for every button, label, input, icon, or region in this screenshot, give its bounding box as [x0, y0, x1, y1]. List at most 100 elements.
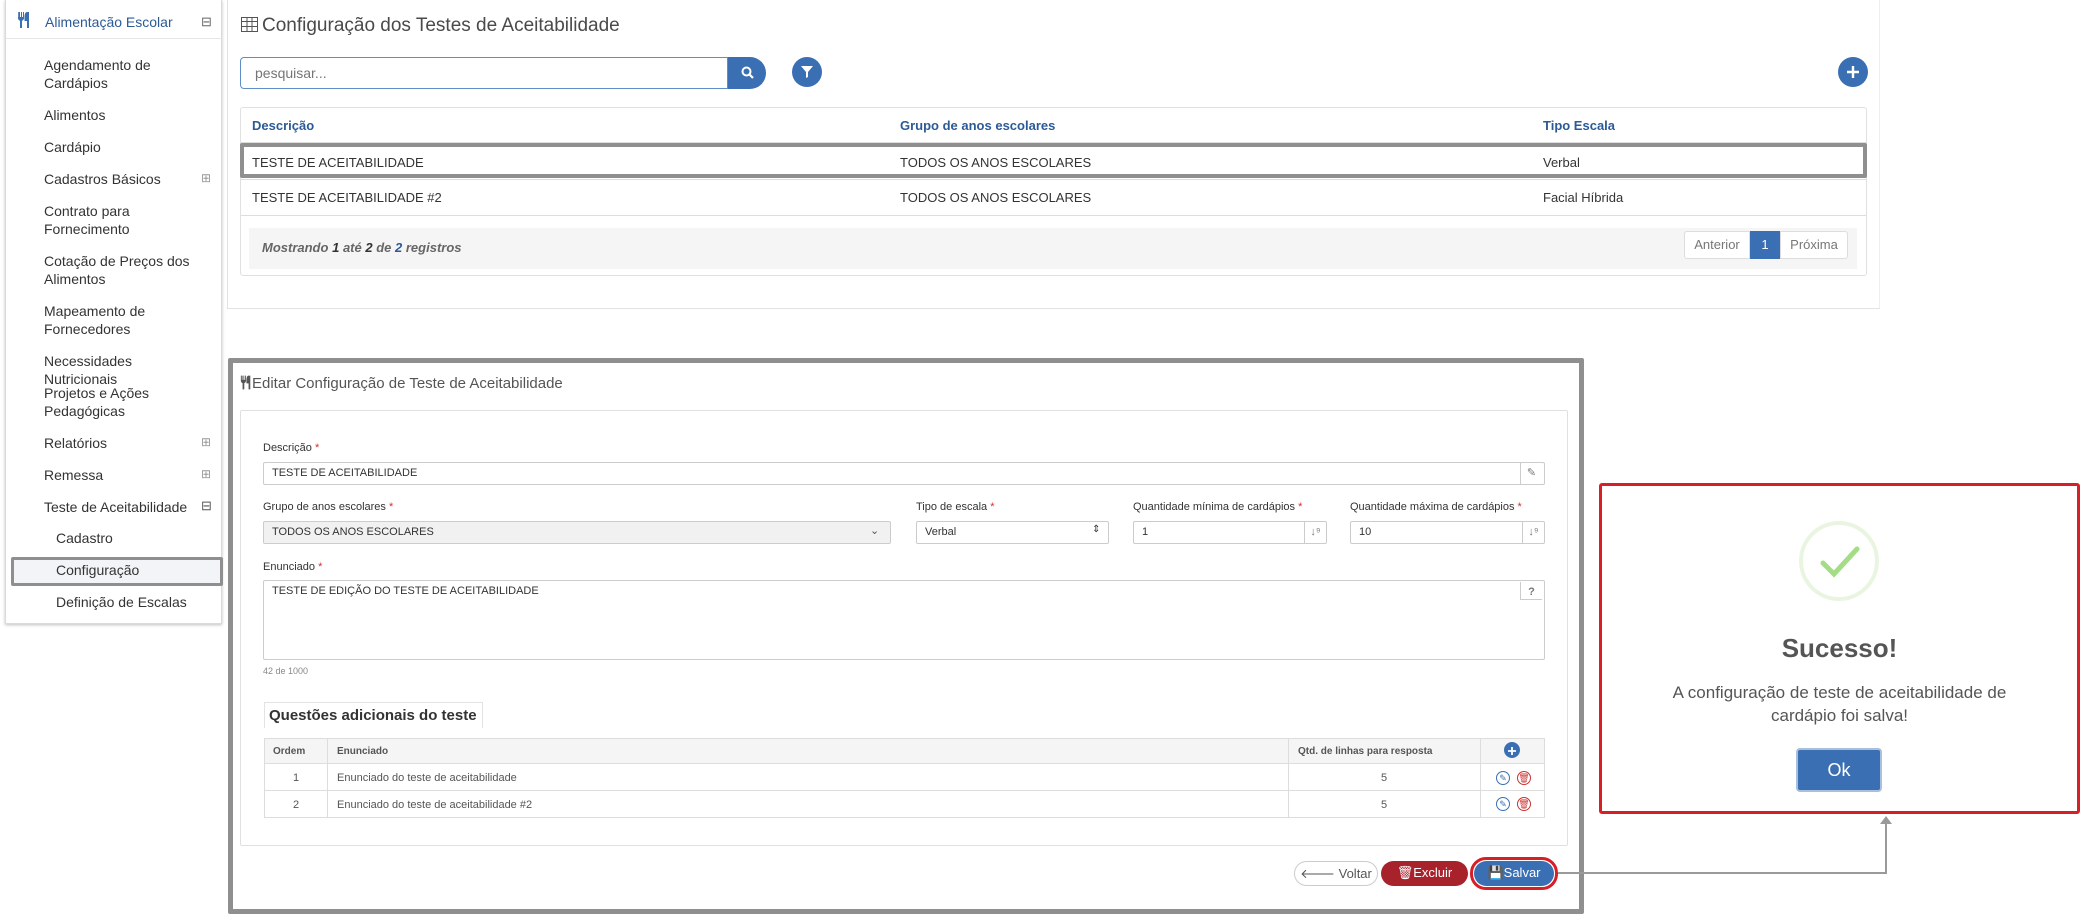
arrow-left-icon: 🡐: [1300, 866, 1335, 881]
edit-icon: ✎: [1499, 799, 1507, 809]
records-info: Mostrando 1 até 2 de 2 registros: [262, 240, 462, 255]
qmin-input[interactable]: 1: [1133, 521, 1327, 544]
questions-caption: Questões adicionais do teste: [269, 707, 477, 724]
sidebar: Alimentação Escolar ⊟ Agendamento de Card…: [5, 0, 223, 624]
cell-descricao: TESTE DE ACEITABILIDADE #2: [252, 190, 442, 205]
trash-icon: 🗑: [1518, 773, 1530, 783]
cell-enunciado: Enunciado do teste de aceitabilidade: [337, 772, 517, 784]
connector-line: [1885, 819, 1887, 874]
add-question-button[interactable]: [1504, 742, 1520, 758]
sidebar-item-cardapio[interactable]: Cardápio: [44, 138, 204, 156]
help-icon[interactable]: ?: [1520, 582, 1542, 600]
plus-icon: [1508, 742, 1516, 759]
edit-row-button[interactable]: ✎: [1496, 797, 1510, 811]
sidebar-item-cotacao[interactable]: Cotação de Preços dos Alimentos: [44, 252, 204, 288]
sort-numeric-icon: ↓⁹: [1304, 522, 1326, 543]
filter-icon: [801, 65, 813, 82]
cell-linhas: 5: [1380, 772, 1388, 784]
edit-panel-title: Editar Configuração de Teste de Aceitabi…: [240, 375, 563, 394]
modal-message: A configuração de teste de aceitabilidad…: [1672, 683, 2007, 725]
qmin-label: Quantidade mínima de cardápios *: [1133, 501, 1303, 513]
pagination-page-current[interactable]: 1: [1750, 231, 1780, 259]
sidebar-item-teste-aceitabilidade[interactable]: Teste de Aceitabilidade: [44, 498, 204, 516]
column-header-descricao[interactable]: Descrição: [252, 118, 314, 133]
select-arrows-icon: ⇕: [1092, 524, 1101, 535]
cell-linhas: 5: [1380, 799, 1388, 811]
utensils-icon: [240, 375, 252, 394]
trash-icon: 🗑: [1518, 799, 1530, 809]
column-header-linhas: Qtd. de linhas para resposta: [1298, 746, 1433, 757]
search-input[interactable]: [240, 57, 728, 89]
column-header-enunciado: Enunciado: [337, 746, 389, 757]
delete-row-button[interactable]: 🗑: [1517, 771, 1531, 785]
filter-button[interactable]: [792, 57, 822, 87]
pagination-prev[interactable]: Anterior: [1684, 231, 1750, 259]
table-icon: [241, 16, 258, 38]
utensils-icon: [17, 12, 31, 33]
tipo-select[interactable]: Verbal: [916, 521, 1109, 544]
sidebar-item-alimentos[interactable]: Alimentos: [44, 106, 204, 124]
collapse-icon[interactable]: ⊟: [201, 498, 212, 514]
edit-icon: ✎: [1499, 773, 1507, 783]
cell-enunciado: Enunciado do teste de aceitabilidade #2: [337, 799, 533, 811]
divider: [241, 215, 1866, 216]
grupo-select[interactable]: TODOS OS ANOS ESCOLARES: [263, 521, 891, 544]
edit-row-button[interactable]: ✎: [1496, 771, 1510, 785]
expand-icon[interactable]: ⊞: [201, 435, 211, 449]
qmax-input[interactable]: 10: [1350, 521, 1545, 544]
column-header-grupo[interactable]: Grupo de anos escolares: [900, 118, 1055, 133]
pagination-next[interactable]: Próxima: [1780, 231, 1848, 259]
sidebar-item-necessidades[interactable]: Necessidades Nutricionais: [44, 352, 204, 388]
sidebar-header[interactable]: Alimentação Escolar ⊟: [6, 7, 223, 37]
search-icon: [741, 66, 754, 82]
sidebar-item-relatorios[interactable]: Relatórios: [44, 434, 204, 452]
sidebar-item-projetos[interactable]: Projetos e Ações Pedagógicas: [44, 384, 204, 420]
add-button[interactable]: [1838, 57, 1868, 87]
table-footer: [249, 228, 1857, 269]
expand-icon[interactable]: ⊞: [201, 467, 211, 481]
cell-ordem: 2: [292, 799, 300, 811]
divider: [6, 38, 223, 39]
enunciado-label: Enunciado *: [263, 561, 323, 573]
connector-line: [1558, 872, 1887, 874]
edit-icon: ✎: [1520, 463, 1542, 484]
connector-arrowhead: [1880, 816, 1892, 824]
sort-numeric-icon: ↓⁹: [1522, 522, 1544, 543]
delete-row-button[interactable]: 🗑: [1517, 797, 1531, 811]
excluir-button[interactable]: 🗑Excluir: [1381, 861, 1468, 886]
save-icon: 💾: [1487, 865, 1504, 880]
char-counter: 42 de 1000: [263, 666, 309, 676]
qmax-label: Quantidade máxima de cardápios *: [1350, 501, 1522, 513]
sidebar-header-label: Alimentação Escolar: [45, 14, 173, 30]
sidebar-subitem-cadastro[interactable]: Cadastro: [56, 530, 113, 546]
column-header-tipo-escala[interactable]: Tipo Escala: [1543, 118, 1615, 133]
grupo-label: Grupo de anos escolares *: [263, 501, 394, 513]
chevron-down-icon: ⌄: [870, 525, 880, 537]
descricao-label: Descrição *: [263, 442, 320, 454]
sidebar-subitem-configuracao[interactable]: Configuração: [56, 562, 139, 578]
cell-ordem: 1: [292, 772, 300, 784]
cell-grupo: TODOS OS ANOS ESCOLARES: [900, 190, 1092, 205]
tipo-label: Tipo de escala *: [916, 501, 995, 513]
sidebar-item-mapeamento[interactable]: Mapeamento de Fornecedores: [44, 302, 204, 338]
search-button[interactable]: [728, 57, 766, 89]
salvar-button[interactable]: 💾Salvar: [1474, 861, 1554, 886]
sidebar-item-agendamento[interactable]: Agendamento de Cardápios: [44, 56, 204, 92]
plus-icon: [1847, 65, 1859, 82]
selected-row-highlight: [240, 143, 1867, 178]
descricao-input[interactable]: TESTE DE ACEITABILIDADE: [263, 462, 1545, 485]
voltar-button[interactable]: 🡐 Voltar: [1294, 861, 1378, 886]
page-title: Configuração dos Testes de Aceitabilidad…: [241, 15, 620, 38]
sidebar-subitem-definicao-escalas[interactable]: Definição de Escalas: [56, 594, 187, 610]
column-header-ordem: Ordem: [273, 746, 306, 757]
modal-title: Sucesso!: [1781, 633, 1898, 663]
trash-icon: 🗑: [1396, 865, 1414, 880]
checkmark-icon: [1799, 521, 1879, 601]
sidebar-item-remessa[interactable]: Remessa: [44, 466, 204, 484]
enunciado-textarea[interactable]: TESTE DE EDIÇÃO DO TESTE DE ACEITABILIDA…: [263, 580, 1545, 660]
expand-icon[interactable]: ⊞: [201, 171, 211, 185]
sidebar-item-cadastros-basicos[interactable]: Cadastros Básicos: [44, 170, 204, 188]
ok-button[interactable]: Ok: [1796, 748, 1882, 792]
sidebar-item-contrato[interactable]: Contrato para Fornecimento: [44, 202, 204, 238]
collapse-icon[interactable]: ⊟: [201, 14, 212, 30]
